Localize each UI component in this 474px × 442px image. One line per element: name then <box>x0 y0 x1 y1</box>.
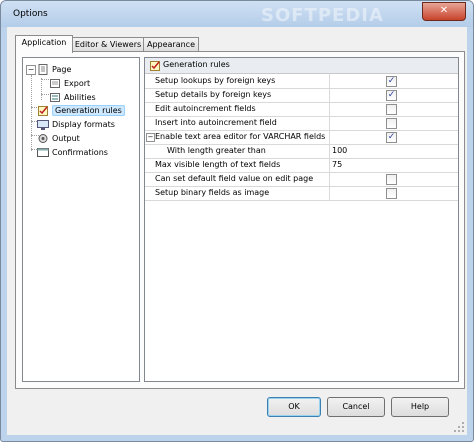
text-area-editor-checkbox[interactable]: ✓ <box>386 132 397 143</box>
tree-item-generation-rules[interactable]: Generation rules <box>37 104 125 117</box>
tree-item-abilities[interactable]: Abilities <box>49 91 96 104</box>
max-visible-length-value[interactable]: 75 <box>332 158 342 172</box>
tree-item-export[interactable]: Export <box>49 77 90 90</box>
tab-application[interactable]: Application <box>15 35 73 53</box>
edit-autoincrement-checkbox[interactable] <box>386 104 397 115</box>
tree-item-label: Confirmations <box>52 148 108 157</box>
title-bar[interactable]: Options SOFTPEDIA ✕ <box>1 1 473 27</box>
property-row[interactable]: With length greater than 100 <box>145 144 458 159</box>
collapse-icon[interactable]: − <box>146 133 155 142</box>
property-row[interactable]: Insert into autoincrement field <box>145 116 458 131</box>
tree-item-label: Page <box>52 65 72 74</box>
resize-grip-icon[interactable] <box>453 421 465 433</box>
tree-item-label: Output <box>52 134 80 143</box>
property-row[interactable]: Edit autoincrement fields <box>145 102 458 117</box>
tree-item-label: Export <box>64 79 91 88</box>
tree-connector <box>41 78 42 100</box>
property-label: Setup details by foreign keys <box>155 88 330 102</box>
tab-editor-viewers[interactable]: Editor & Viewers <box>72 37 144 52</box>
generation-rules-icon <box>149 60 161 73</box>
window-title: Options <box>13 9 48 19</box>
property-label: Max visible length of text fields <box>155 158 330 172</box>
export-icon <box>49 78 61 89</box>
application-panel: − Page Export Abilities Generation rules… <box>15 51 465 389</box>
insert-autoincrement-checkbox[interactable] <box>386 118 397 129</box>
default-field-value-checkbox[interactable] <box>386 174 397 185</box>
property-label: Setup lookups by foreign keys <box>155 74 330 88</box>
ok-button[interactable]: OK <box>267 397 321 417</box>
collapse-page-expander[interactable]: − <box>26 65 36 75</box>
property-label: Can set default field value on edit page <box>155 172 330 186</box>
property-row[interactable]: Setup details by foreign keys ✓ <box>145 88 458 103</box>
watermark: SOFTPEDIA <box>261 5 384 26</box>
confirmations-icon <box>37 147 49 158</box>
property-grid[interactable]: Generation rules Setup lookups by foreig… <box>144 57 459 382</box>
property-label: Insert into autoincrement field <box>155 116 330 130</box>
property-label: Setup binary fields as image <box>155 186 330 200</box>
property-row[interactable]: − Enable text area editor for VARCHAR fi… <box>145 130 458 145</box>
property-row[interactable]: Max visible length of text fields 75 <box>145 158 458 173</box>
tree-item-label: Generation rules <box>52 105 125 116</box>
options-tree[interactable]: − Page Export Abilities Generation rules… <box>22 57 140 382</box>
property-label: Enable text area editor for VARCHAR fiel… <box>155 130 330 144</box>
tab-appearance[interactable]: Appearance <box>143 37 199 52</box>
tree-connector <box>41 79 49 80</box>
options-dialog: Options SOFTPEDIA ✕ Application Editor &… <box>0 0 474 442</box>
property-row[interactable]: Can set default field value on edit page <box>145 172 458 187</box>
setup-lookups-checkbox[interactable]: ✓ <box>386 76 397 87</box>
help-button[interactable]: Help <box>391 397 449 417</box>
tree-item-display-formats[interactable]: Display formats <box>37 118 115 131</box>
length-greater-than-value[interactable]: 100 <box>332 144 347 158</box>
property-label: Edit autoincrement fields <box>155 102 330 116</box>
setup-details-checkbox[interactable]: ✓ <box>386 90 397 101</box>
property-grid-header: Generation rules <box>145 58 458 74</box>
close-button[interactable]: ✕ <box>422 2 466 21</box>
tree-item-label: Abilities <box>64 93 96 102</box>
abilities-icon <box>49 92 61 103</box>
output-icon <box>37 133 49 144</box>
tree-item-confirmations[interactable]: Confirmations <box>37 146 108 159</box>
dialog-body: Application Editor & Viewers Appearance … <box>7 27 467 435</box>
page-icon <box>37 64 49 75</box>
property-label: With length greater than <box>167 144 330 158</box>
tree-connector <box>41 94 49 95</box>
property-grid-title: Generation rules <box>163 60 230 69</box>
tree-item-output[interactable]: Output <box>37 132 80 145</box>
generation-rules-icon <box>37 105 49 116</box>
property-row[interactable]: Setup binary fields as image <box>145 186 458 201</box>
binary-fields-image-checkbox[interactable] <box>386 188 397 199</box>
tree-item-page[interactable]: Page <box>37 63 71 76</box>
display-formats-icon <box>37 119 49 130</box>
cancel-button[interactable]: Cancel <box>327 397 385 417</box>
property-row[interactable]: Setup lookups by foreign keys ✓ <box>145 74 458 89</box>
tree-connector <box>31 75 32 151</box>
tree-item-label: Display formats <box>52 120 115 129</box>
